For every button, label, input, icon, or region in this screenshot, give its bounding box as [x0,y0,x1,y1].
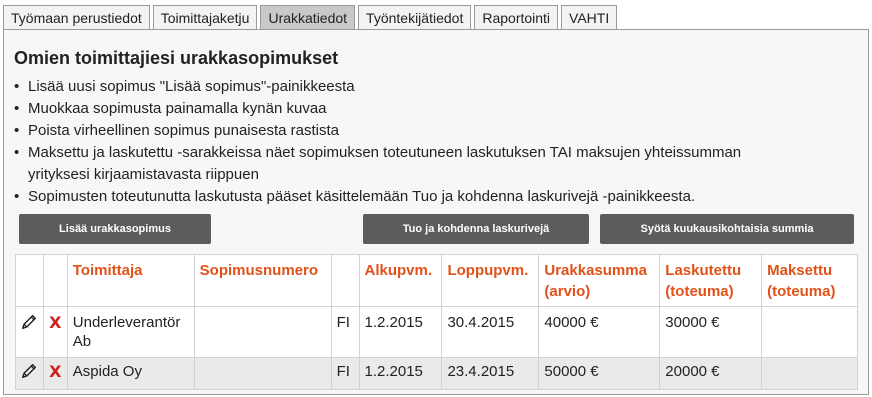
tab-tyomaan-perustiedot[interactable]: Työmaan perustiedot [3,5,150,29]
col-header-start: Alkupvm. [358,254,443,307]
col-header-supplier: Toimittaja [66,254,195,307]
tab-vahti[interactable]: VAHTI [561,5,618,29]
supplier-cell: Aspida Oy [66,357,195,390]
col-header-contract-no: Sopimusnumero [193,254,332,307]
edit-cell [15,357,44,390]
instruction-item: Sopimusten toteutunutta laskutusta pääse… [14,186,804,208]
edit-col-header [15,254,44,307]
tab-tyontekijatiedot[interactable]: Työntekijätiedot [358,5,472,29]
tab-raportointi[interactable]: Raportointi [474,5,559,29]
instruction-item: Poista virheellinen sopimus punaisesta r… [14,120,804,142]
start-date-cell: 1.2.2015 [358,357,443,390]
invoiced-cell: 30000 € [659,306,763,358]
end-date-cell: 23.4.2015 [441,357,540,390]
content-panel: Omien toimittajiesi urakkasopimukset Lis… [3,29,869,395]
table-row: X Underleverantör Ab FI 1.2.2015 30.4.20… [15,306,858,358]
page-title: Omien toimittajiesi urakkasopimukset [14,48,339,68]
instructions-list: Lisää uusi sopimus "Lisää sopimus"-paini… [14,76,804,208]
start-date-cell: 1.2.2015 [358,306,443,358]
contracts-table: Toimittaja Sopimusnumero Alkupvm. Loppup… [15,254,858,390]
pencil-icon[interactable] [20,313,38,331]
supplier-cell: Underleverantör Ab [66,306,195,358]
invoiced-cell: 20000 € [659,357,763,390]
pencil-icon[interactable] [20,362,38,380]
delete-cell: X [42,306,68,358]
end-date-cell: 30.4.2015 [441,306,540,358]
delete-x-icon[interactable]: X [49,362,61,381]
tab-bar: Työmaan perustiedot Toimittajaketju Urak… [3,5,620,29]
country-col-header [330,254,360,307]
instruction-item: Maksettu ja laskutettu -sarakkeissa näet… [14,142,804,186]
instruction-item: Lisää uusi sopimus "Lisää sopimus"-paini… [14,76,804,98]
col-header-end: Loppupvm. [441,254,540,307]
contract-no-cell [193,306,332,358]
col-header-paid: Maksettu (toteuma) [761,254,858,307]
col-header-amount: Urakkasumma (arvio) [538,254,661,307]
delete-x-icon[interactable]: X [49,313,61,332]
add-contract-button[interactable]: Lisää urakkasopimus [19,214,211,244]
amount-cell: 50000 € [538,357,661,390]
paid-cell [761,306,858,358]
edit-cell [15,306,44,358]
monthly-sums-button[interactable]: Syötä kuukausikohtaisia summia [600,214,854,244]
country-cell: FI [330,357,360,390]
contract-no-cell [193,357,332,390]
tab-urakkatiedot[interactable]: Urakkatiedot [260,5,356,29]
delete-col-header [42,254,68,307]
paid-cell [761,357,858,390]
country-cell: FI [330,306,360,358]
table-header-row: Toimittaja Sopimusnumero Alkupvm. Loppup… [15,254,858,307]
amount-cell: 40000 € [538,306,661,358]
import-invoice-rows-button[interactable]: Tuo ja kohdenna laskurivejä [363,214,589,244]
table-row: X Aspida Oy FI 1.2.2015 23.4.2015 50000 … [15,357,858,390]
col-header-invoiced: Laskutettu (toteuma) [659,254,763,307]
tab-toimittajaketju[interactable]: Toimittajaketju [152,5,258,29]
instruction-item: Muokkaa sopimusta painamalla kynän kuvaa [14,98,804,120]
delete-cell: X [42,357,68,390]
